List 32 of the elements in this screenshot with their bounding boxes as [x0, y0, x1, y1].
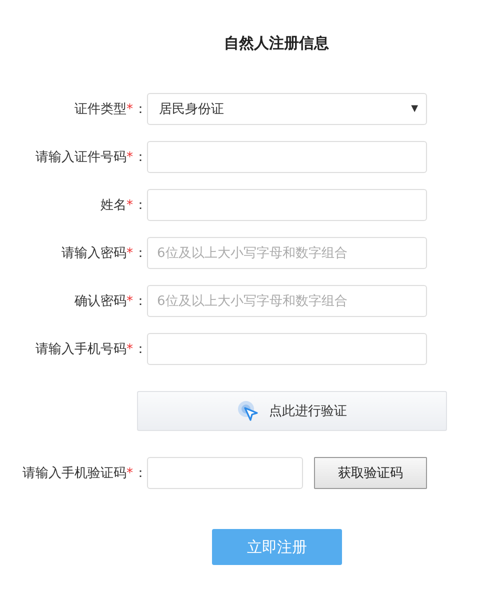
- get-code-button[interactable]: 获取验证码: [314, 457, 427, 489]
- input-field[interactable]: [147, 189, 427, 221]
- required-mark: *: [126, 198, 133, 212]
- required-mark: *: [126, 150, 133, 164]
- required-mark: *: [126, 102, 133, 116]
- verify-button[interactable]: 点此进行验证: [137, 391, 447, 431]
- colon: ：: [133, 149, 147, 166]
- colon: ：: [133, 197, 147, 214]
- id-type-select[interactable]: 居民身份证 ▼: [147, 93, 427, 125]
- required-mark: *: [126, 342, 133, 356]
- required-mark: *: [126, 246, 133, 260]
- field-label: 姓名: [100, 197, 126, 214]
- form-title: 自然人注册信息: [223, 34, 330, 54]
- input-field[interactable]: 6位及以上大小写字母和数字组合: [147, 285, 427, 317]
- field-label: 确认密码: [74, 293, 126, 310]
- input-field[interactable]: [147, 333, 427, 365]
- colon: ：: [133, 293, 147, 310]
- field-label: 请输入证件号码: [36, 149, 126, 166]
- colon: ：: [133, 465, 147, 482]
- input-field[interactable]: [147, 141, 427, 173]
- required-mark: *: [126, 294, 133, 308]
- field-label: 请输入密码: [62, 245, 126, 262]
- colon: ：: [133, 245, 147, 262]
- input-field[interactable]: [147, 457, 303, 489]
- colon: ：: [133, 341, 147, 358]
- required-mark: *: [126, 466, 133, 480]
- field-label: 请输入手机验证码: [22, 465, 126, 482]
- input-field[interactable]: 6位及以上大小写字母和数字组合: [147, 237, 427, 269]
- field-label: 证件类型: [74, 101, 126, 118]
- field-label: 请输入手机号码: [36, 341, 126, 358]
- cursor-icon: [237, 400, 259, 422]
- colon: ：: [133, 101, 147, 118]
